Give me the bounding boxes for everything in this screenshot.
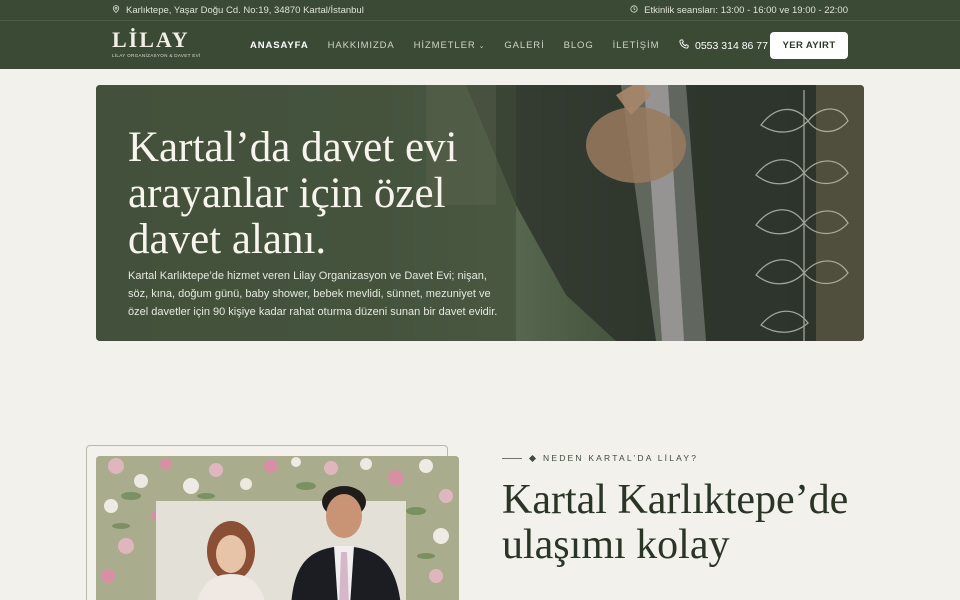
hero-description: Kartal Karlıktepe’de hizmet veren Lilay … xyxy=(128,270,498,318)
nav-item-iletisim[interactable]: İLETİŞİM xyxy=(613,40,660,51)
nav-item-anasayfa[interactable]: ANASAYFA xyxy=(250,40,309,51)
chevron-down-icon: ⌄ xyxy=(478,43,486,50)
eyebrow-text: NEDEN KARTAL’DA LİLAY? xyxy=(543,453,699,463)
location-pin-icon xyxy=(112,5,120,16)
nav-item-blog[interactable]: BLOG xyxy=(564,40,594,51)
nav-item-hakkimizda[interactable]: HAKKIMIZDA xyxy=(328,40,395,51)
phone-link[interactable]: 0553 314 86 77 xyxy=(679,39,768,52)
diamond-icon xyxy=(528,454,537,462)
nav-item-galeri[interactable]: GALERİ xyxy=(504,40,544,51)
section-eyebrow: NEDEN KARTAL’DA LİLAY? xyxy=(502,453,698,463)
couple-photo xyxy=(96,456,459,600)
top-info-bar: Karlıktepe, Yaşar Doğu Cd. No:19, 34870 … xyxy=(0,0,960,21)
nav-item-hizmetler[interactable]: HİZMETLER ⌄ xyxy=(414,40,486,51)
couple-photo-image xyxy=(96,456,459,600)
address-info: Karlıktepe, Yaşar Doğu Cd. No:19, 34870 … xyxy=(112,5,364,16)
logo[interactable]: LİLAY LİLAY ORGANİZASYON & DAVET EVİ xyxy=(112,27,201,59)
main-header: LİLAY LİLAY ORGANİZASYON & DAVET EVİ ANA… xyxy=(0,21,960,69)
main-nav: ANASAYFA HAKKIMIZDA HİZMETLER ⌄ GALERİ BL… xyxy=(250,40,659,51)
eyebrow-line xyxy=(502,457,522,459)
clock-icon xyxy=(630,5,638,16)
address-text: Karlıktepe, Yaşar Doğu Cd. No:19, 34870 … xyxy=(126,5,364,16)
phone-icon xyxy=(679,39,689,52)
section-title: Kartal Karlıktepe’de ulaşımı kolay xyxy=(502,477,849,568)
sessions-text: Etkinlik seansları: 13:00 - 16:00 ve 19:… xyxy=(644,5,848,16)
hero-title: Kartal’da davet evi arayanlar için özel … xyxy=(128,124,458,263)
hero-banner: Kartal’da davet evi arayanlar için özel … xyxy=(96,85,864,341)
phone-number: 0553 314 86 77 xyxy=(695,39,768,52)
nav-item-hizmetler-label: HİZMETLER xyxy=(413,40,476,51)
logo-wordmark: LİLAY xyxy=(112,27,190,52)
reserve-button[interactable]: YER AYIRT xyxy=(770,32,848,59)
logo-subtitle: LİLAY ORGANİZASYON & DAVET EVİ xyxy=(112,53,201,58)
sessions-info: Etkinlik seansları: 13:00 - 16:00 ve 19:… xyxy=(630,5,848,16)
